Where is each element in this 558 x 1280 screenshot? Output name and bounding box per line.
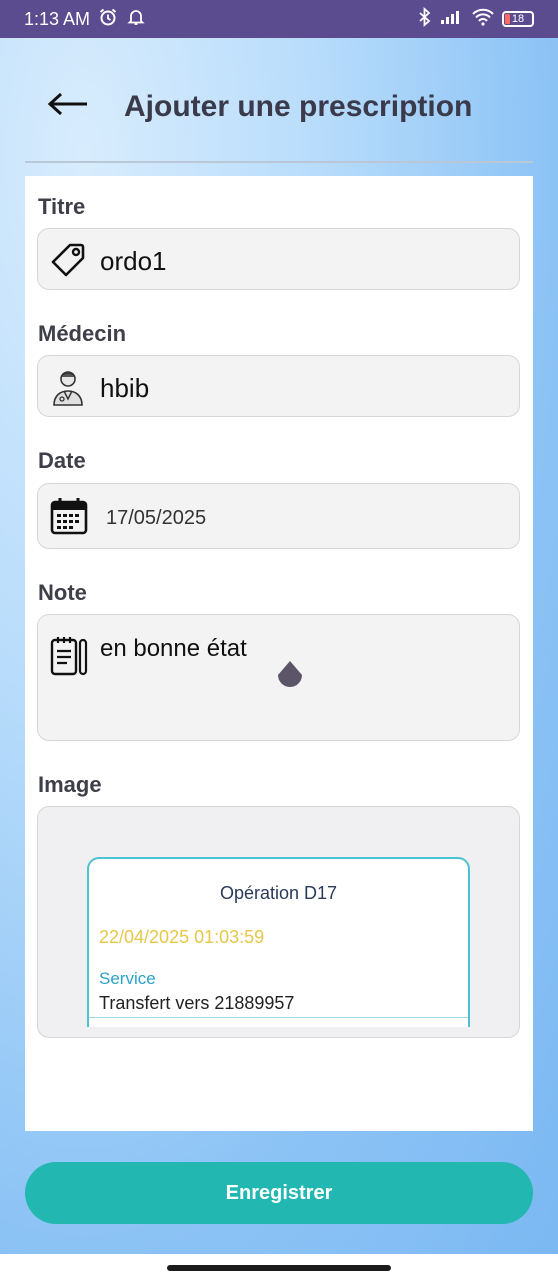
image-preview: Opération D17 22/04/2025 01:03:59 Servic…: [87, 857, 470, 1027]
titre-label: Titre: [38, 194, 86, 219]
titre-field[interactable]: ordo1: [37, 228, 520, 290]
bluetooth-icon: [418, 6, 432, 31]
preview-divider: [89, 1017, 468, 1018]
arrow-left-icon: [47, 92, 87, 116]
back-button[interactable]: [46, 86, 90, 122]
wifi-icon: [472, 8, 494, 30]
nav-bar: [0, 1254, 558, 1280]
preview-transfer: Transfert vers 21889957: [99, 993, 295, 1013]
battery-icon: 18: [502, 11, 534, 27]
status-bar: 1:13 AM 18: [0, 0, 558, 38]
page-title: Ajouter une prescription: [124, 90, 473, 123]
alarm-icon: [98, 7, 118, 32]
preview-service: Service: [99, 969, 156, 988]
doctor-icon: [50, 368, 86, 406]
app-header: Ajouter une prescription: [0, 38, 558, 163]
save-button[interactable]: Enregistrer: [25, 1162, 533, 1224]
signal-icon: [440, 9, 464, 29]
preview-title: Opération D17: [219, 883, 338, 903]
preview-datetime: 22/04/2025 01:03:59: [99, 927, 265, 947]
image-label: Image: [38, 772, 102, 797]
date-field[interactable]: 17/05/2025: [37, 483, 520, 549]
text-cursor-handle[interactable]: [274, 661, 306, 693]
medecin-field[interactable]: hbib: [37, 355, 520, 417]
medecin-label: Médecin: [38, 321, 127, 346]
home-gesture-bar[interactable]: [167, 1265, 391, 1271]
bell-icon: [126, 7, 146, 32]
header-divider: [25, 161, 533, 163]
medecin-value: hbib: [100, 373, 150, 403]
note-value: en bonne état: [100, 635, 247, 662]
tag-icon: [50, 242, 86, 278]
image-field[interactable]: Opération D17 22/04/2025 01:03:59 Servic…: [37, 806, 520, 1038]
calendar-icon: [50, 497, 88, 535]
date-label: Date: [38, 448, 86, 473]
battery-level: 18: [511, 13, 525, 25]
note-label: Note: [38, 580, 87, 605]
titre-value: ordo1: [100, 246, 167, 276]
date-value: 17/05/2025: [106, 507, 207, 529]
screen: Ajouter une prescription Titre ordo1 Méd…: [0, 38, 558, 1254]
note-field[interactable]: en bonne état: [37, 614, 520, 741]
form-card: Titre ordo1 Médecin hbib Date 17/05/2025…: [25, 176, 533, 1131]
notepad-icon: [50, 635, 90, 677]
status-time: 1:13 AM: [24, 8, 91, 29]
